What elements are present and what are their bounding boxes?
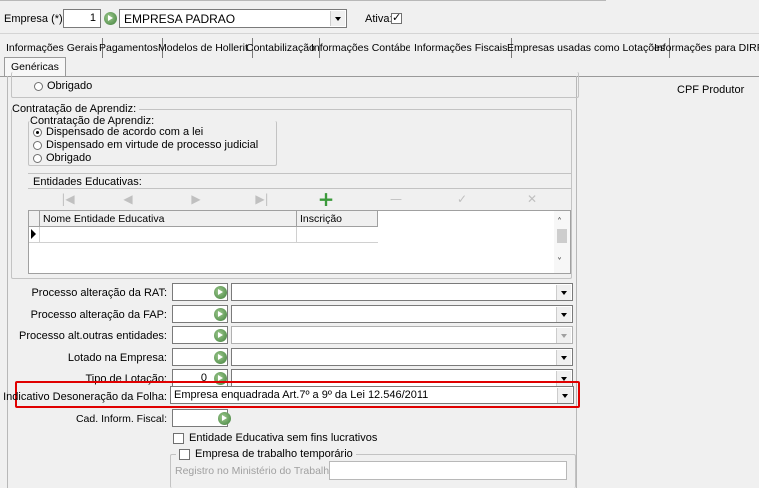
lotado-empresa-label: Lotado na Empresa:	[67, 352, 167, 364]
aprendiz-inner-title: Contratação de Aprendiz:	[30, 115, 158, 127]
outras-lookup-icon[interactable]	[214, 329, 227, 342]
confirm-icon[interactable]: ✓	[452, 190, 472, 208]
entidades-toolbar: |◀ ◀ ▶ ▶| + — ✓ ✕	[28, 189, 571, 209]
desoneracao-select[interactable]: Empresa enquadrada Art.7º a 9º da Lei 12…	[170, 386, 574, 404]
chevron-down-icon[interactable]	[330, 11, 345, 26]
fap-lookup-icon[interactable]	[214, 308, 227, 321]
table-row[interactable]	[29, 227, 378, 243]
entidades-grid[interactable]: Nome Entidade Educativa Inscrição ˄ ˅	[28, 210, 571, 274]
column-nome-entidade[interactable]: Nome Entidade Educativa	[39, 211, 297, 227]
column-inscricao[interactable]: Inscrição	[297, 211, 378, 227]
cad-fiscal-lookup-icon[interactable]	[218, 412, 231, 425]
empresa-temporario-checkbox[interactable]: Empresa de trabalho temporário	[176, 448, 356, 460]
partial-radio-obrigado[interactable]: Obrigado	[34, 80, 92, 92]
remove-icon[interactable]: —	[386, 190, 406, 208]
empresa-lookup-icon[interactable]	[104, 12, 117, 25]
grid-scrollbar[interactable]: ˄ ˅	[554, 211, 570, 273]
entidades-title: Entidades Educativas:	[33, 176, 142, 188]
cad-fiscal-label: Cad. Inform. Fiscal:	[75, 413, 167, 425]
scroll-up-icon[interactable]: ˄	[557, 217, 562, 228]
radio-obrigado[interactable]: Obrigado	[33, 152, 91, 164]
fap-select[interactable]	[231, 305, 573, 323]
ativa-checkbox[interactable]	[391, 11, 407, 24]
rat-select[interactable]	[231, 283, 573, 301]
chevron-down-icon[interactable]	[556, 328, 571, 343]
empresa-name: EMPRESA PADRAO	[124, 12, 236, 26]
empresa-name-select[interactable]: EMPRESA PADRAO	[119, 9, 347, 28]
chevron-down-icon[interactable]	[557, 388, 572, 403]
cancel-icon[interactable]: ✕	[522, 190, 542, 208]
tab-modelos-hollerit[interactable]: Modelos de Hollerit	[154, 38, 253, 58]
ativa-label: Ativa:	[365, 13, 393, 25]
tab-informacoes-dirf[interactable]: Informações para DIRF	[650, 38, 759, 58]
cpf-produtor-label: CPF Produtor	[677, 84, 745, 96]
tab-informacoes-fiscais[interactable]: Informações Fiscais	[410, 38, 513, 58]
outras-entidades-label: Processo alt.outras entidades:	[19, 330, 167, 342]
add-icon[interactable]: +	[316, 189, 336, 209]
empresa-code: 1	[89, 12, 96, 24]
row-indicator-icon	[31, 229, 36, 239]
scroll-thumb[interactable]	[557, 229, 567, 243]
radio-dispensado-judicial[interactable]: Dispensado em virtude de processo judici…	[33, 139, 258, 151]
chevron-down-icon[interactable]	[556, 307, 571, 322]
lotado-select[interactable]	[231, 348, 573, 366]
desoneracao-value: Empresa enquadrada Art.7º a 9º da Lei 12…	[174, 389, 429, 401]
empresa-code-field[interactable]: 1	[63, 9, 101, 28]
registro-input[interactable]	[329, 461, 567, 480]
tab-informacoes-gerais[interactable]: Informações Gerais	[2, 38, 103, 58]
registro-label: Registro no Ministério do Trabalho:	[175, 465, 338, 477]
desoneracao-label: Indicativo Desoneração da Folha:	[3, 391, 167, 403]
lotado-lookup-icon[interactable]	[214, 351, 227, 364]
tab-informacoes-contabeis[interactable]: Informações Contábeis	[307, 38, 424, 58]
fap-label: Processo alteração da FAP:	[30, 309, 167, 321]
entidade-sem-fins-checkbox[interactable]: Entidade Educativa sem fins lucrativos	[173, 432, 377, 444]
partial-groupbox	[11, 72, 579, 98]
tab-bar: Informações Gerais Pagamentos Modelos de…	[0, 38, 759, 58]
scroll-down-icon[interactable]: ˅	[557, 257, 562, 268]
outras-select[interactable]	[231, 326, 573, 344]
tab-pagamentos[interactable]: Pagamentos	[95, 38, 163, 58]
first-record-icon[interactable]: |◀	[58, 190, 78, 208]
aprendiz-group-title: Contratação de Aprendiz:	[12, 103, 140, 115]
top-divider	[0, 0, 606, 1]
empresa-label: Empresa (*):	[4, 13, 66, 25]
rat-lookup-icon[interactable]	[214, 286, 227, 299]
entidades-header: Entidades Educativas:	[28, 173, 571, 189]
radio-dispensado-lei[interactable]: Dispensado de acordo com a lei	[33, 126, 203, 138]
rat-label: Processo alteração da RAT:	[31, 287, 167, 299]
chevron-down-icon[interactable]	[556, 285, 571, 300]
tab-empresas-lotacoes[interactable]: Empresas usadas como Lotações	[503, 38, 671, 58]
chevron-down-icon[interactable]	[556, 350, 571, 365]
next-record-icon[interactable]: ▶	[186, 190, 206, 208]
last-record-icon[interactable]: ▶|	[252, 190, 272, 208]
prior-record-icon[interactable]: ◀	[118, 190, 138, 208]
